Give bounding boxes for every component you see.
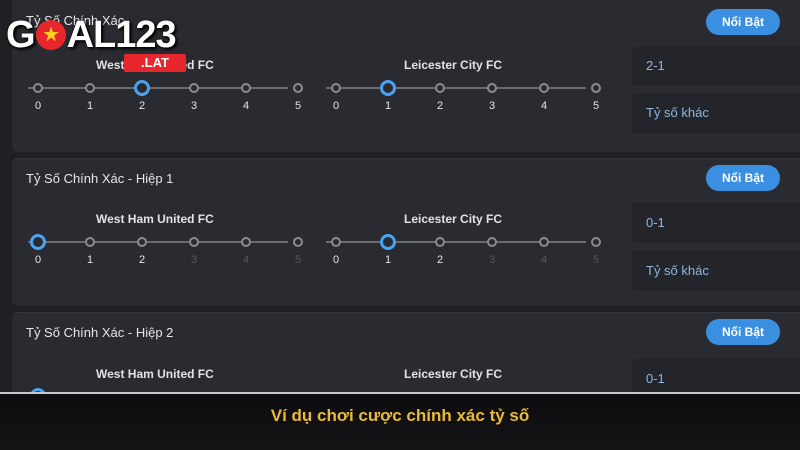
slider-tick-label: 2 <box>138 100 146 112</box>
away-team-name: Leicester City FC <box>404 212 503 226</box>
soccer-star-icon <box>35 20 66 50</box>
slider-tick-label: 2 <box>436 100 444 112</box>
home-team-name: West Ham United FC <box>96 212 214 226</box>
slider-step[interactable] <box>33 83 43 93</box>
slider-step[interactable] <box>539 237 549 247</box>
slider-tick-label: 0 <box>34 254 42 266</box>
slider-tick-label: 1 <box>384 254 392 266</box>
slider-tick-label: 1 <box>384 100 392 112</box>
slider-tick-label: 4 <box>242 100 250 112</box>
score-option-2-1[interactable]: 2-1 <box>632 47 800 85</box>
score-option-label: 0-1 <box>646 215 665 230</box>
market-title: Tỷ Số Chính Xác - Hiệp 1 <box>26 171 174 186</box>
slider-step[interactable] <box>591 83 601 93</box>
slider-step[interactable] <box>85 83 95 93</box>
slider-step[interactable] <box>241 237 251 247</box>
slider-step[interactable] <box>331 237 341 247</box>
logo-domain: .LAT <box>124 54 186 72</box>
slider-step[interactable] <box>435 83 445 93</box>
slider-step[interactable] <box>241 83 251 93</box>
slider-step[interactable] <box>539 83 549 93</box>
away-goals-slider[interactable]: 0 1 2 3 4 5 <box>326 234 601 266</box>
slider-handle[interactable] <box>380 80 396 96</box>
slider-tick-label: 1 <box>86 254 94 266</box>
slider-tick-label: 5 <box>592 254 600 266</box>
featured-badge-button[interactable]: Nổi Bật <box>706 9 780 35</box>
slider-step[interactable] <box>137 237 147 247</box>
slider-step[interactable] <box>591 237 601 247</box>
away-goals-slider[interactable]: 0 1 2 3 4 5 <box>326 80 601 112</box>
slider-tick-label: 1 <box>86 100 94 112</box>
slider-tick-label: 0 <box>332 254 340 266</box>
slider-step[interactable] <box>487 83 497 93</box>
slider-tick-label: 5 <box>294 100 302 112</box>
slider-handle[interactable] <box>380 234 396 250</box>
slider-step[interactable] <box>189 237 199 247</box>
slider-tick-label: 3 <box>488 100 496 112</box>
logo-text-right: AL123 <box>66 14 177 56</box>
goal123-logo: G AL123 .LAT <box>6 14 186 72</box>
slider-step[interactable] <box>293 83 303 93</box>
slider-tick-label: 4 <box>540 100 548 112</box>
slider-tick-label: 3 <box>190 100 198 112</box>
logo-text-left: G <box>6 14 36 56</box>
score-option-0-1[interactable]: 0-1 <box>632 203 800 243</box>
slider-tick-label: 3 <box>488 254 496 266</box>
slider-step[interactable] <box>331 83 341 93</box>
featured-badge-button[interactable]: Nổi Bật <box>706 319 780 345</box>
logo-wordmark: G AL123 <box>6 14 177 57</box>
slider-step[interactable] <box>487 237 497 247</box>
slider-tick-label: 4 <box>540 254 548 266</box>
away-team-name: Leicester City FC <box>404 58 503 72</box>
slider-tick-label: 3 <box>190 254 198 266</box>
score-option-other[interactable]: Tỷ số khác <box>632 251 800 291</box>
home-team-name: West Ham United FC <box>96 367 214 381</box>
slider-tick-label: 0 <box>34 100 42 112</box>
slider-step[interactable] <box>189 83 199 93</box>
slider-step[interactable] <box>293 237 303 247</box>
featured-badge-button[interactable]: Nổi Bật <box>706 165 780 191</box>
score-option-label: Tỷ số khác <box>646 263 709 278</box>
slider-tick-label: 0 <box>332 100 340 112</box>
slider-step[interactable] <box>435 237 445 247</box>
market-card-exact-score-half-1: Tỷ Số Chính Xác - Hiệp 1 Nổi Bật West Ha… <box>12 158 800 306</box>
slider-tick-label: 2 <box>138 254 146 266</box>
slider-tick-label: 5 <box>294 254 302 266</box>
away-team-name: Leicester City FC <box>404 367 503 381</box>
slider-tick-label: 2 <box>436 254 444 266</box>
slider-handle[interactable] <box>30 234 46 250</box>
score-option-label: Tỷ số khác <box>646 105 709 120</box>
score-option-other[interactable]: Tỷ số khác <box>632 93 800 133</box>
slider-handle[interactable] <box>134 80 150 96</box>
slider-tick-label: 4 <box>242 254 250 266</box>
slider-step[interactable] <box>85 237 95 247</box>
caption-text: Ví dụ chơi cược chính xác tỷ số <box>270 406 530 425</box>
score-option-label: 0-1 <box>646 371 665 386</box>
score-option-label: 2-1 <box>646 58 665 73</box>
home-goals-slider[interactable]: 0 1 2 3 4 5 <box>28 234 303 266</box>
slider-tick-label: 5 <box>592 100 600 112</box>
market-title: Tỷ Số Chính Xác - Hiệp 2 <box>26 325 174 340</box>
caption-bar: Ví dụ chơi cược chính xác tỷ số <box>0 392 800 450</box>
home-goals-slider[interactable]: 0 1 2 3 4 5 <box>28 80 303 112</box>
